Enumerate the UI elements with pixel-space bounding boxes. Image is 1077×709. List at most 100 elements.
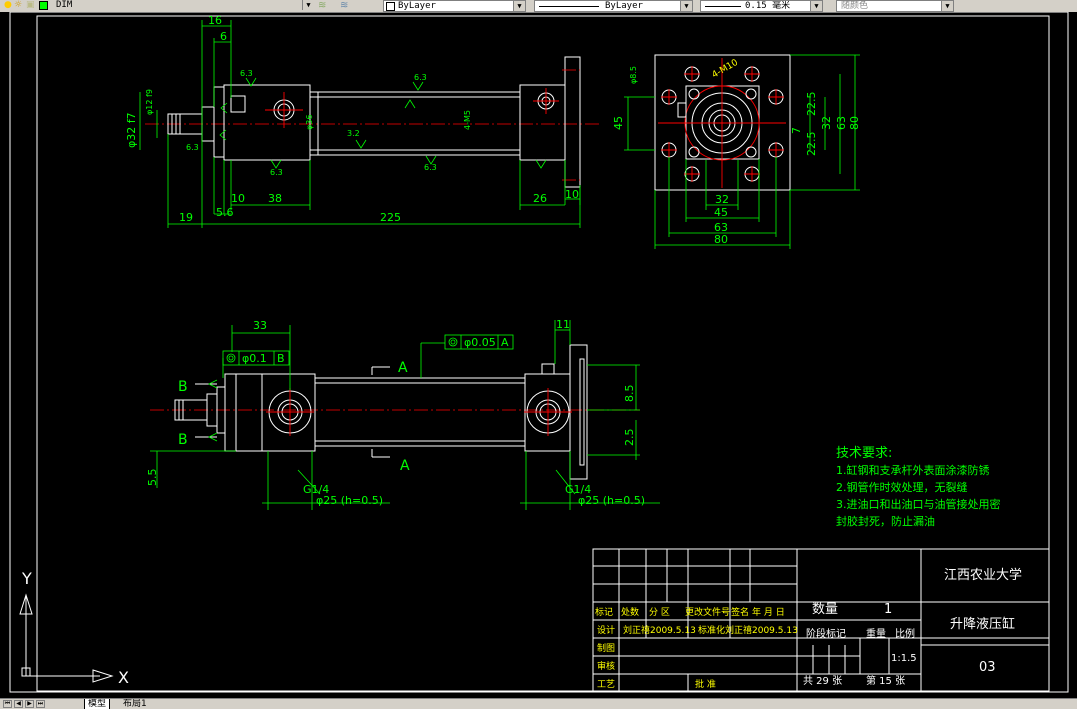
dim-38: 38 xyxy=(268,192,282,205)
dim-26: 26 xyxy=(533,192,547,205)
quantity-value: 1 xyxy=(884,602,892,617)
lineweight-value: 0.15 毫米 xyxy=(745,1,791,11)
tech-requirements: 技术要求: 1.缸钢和支承杆外表面涂漆防锈 2.钢管作时效处理，无裂缝 3.进油… xyxy=(836,446,1001,528)
standardizer-name: 刘正禧 xyxy=(725,624,752,636)
dim-32-v: 32 xyxy=(820,116,833,130)
layer-name: DIM xyxy=(56,0,73,10)
datum-b-bottom: B xyxy=(178,432,188,448)
layer-color-swatch xyxy=(39,1,48,10)
dim-32-h: 32 xyxy=(715,193,729,206)
drawing-canvas[interactable]: .o { stroke:#fff; fill:none; stroke-widt… xyxy=(0,12,1077,698)
process-label: 工艺 xyxy=(597,679,615,690)
weight-label: 重量 xyxy=(866,627,886,640)
linetype-sample xyxy=(539,6,599,7)
section-a-markers: A A xyxy=(371,360,410,474)
linetype-dropdown[interactable]: ByLayer ▼ xyxy=(534,0,693,12)
tol-b-value: φ0.1 xyxy=(242,352,267,365)
rough-6-3-e: 6.3 xyxy=(186,143,199,152)
dim-33: 33 xyxy=(253,319,267,332)
ucs-icon: Y X xyxy=(19,569,129,687)
part-name: 升降液压缸 xyxy=(950,616,1015,632)
dim-22-5-top: 22.5 xyxy=(805,92,818,117)
chevron-down-icon[interactable]: ▼ xyxy=(680,1,692,11)
tech-heading: 技术要求: xyxy=(836,446,892,461)
hdr-count: 处数 xyxy=(621,606,639,618)
title-block: 江西农业大学 升降液压缸 03 数量 1 阶段标记 重量 比例 1:1.5 共 … xyxy=(592,548,1050,692)
datum-b-top: B xyxy=(178,379,188,395)
sheet-number: 第 15 张 xyxy=(866,674,905,687)
chevron-down-icon[interactable]: ▼ xyxy=(810,1,822,11)
sun-icon[interactable]: ☼ xyxy=(14,1,24,10)
dim-16: 16 xyxy=(208,14,222,27)
color-swatch xyxy=(386,2,395,11)
standard-date: 2009.5.13 xyxy=(752,626,798,636)
dim-4m10: 4-M10 xyxy=(711,58,741,81)
dim-phi32: φ32 f7 xyxy=(125,112,138,148)
linetype-value: ByLayer xyxy=(605,1,643,11)
layer-dropdown[interactable]: DIM ▼ xyxy=(50,0,314,12)
dim-10a: 10 xyxy=(231,192,245,205)
dim-2-5: 2.5 xyxy=(623,429,636,447)
plotstyle-dropdown: 随颜色 ▼ xyxy=(836,0,954,12)
prev-tab-button[interactable]: ◀ xyxy=(14,700,23,708)
scale-label: 比例 xyxy=(895,627,915,640)
design-label: 设计 xyxy=(597,624,615,636)
chevron-down-icon[interactable]: ▼ xyxy=(302,0,314,10)
bulb-icon[interactable]: ● xyxy=(4,1,14,10)
dim-80-v: 80 xyxy=(848,116,861,130)
layer-properties-icon[interactable]: ≋ xyxy=(318,1,328,11)
chevron-down-icon[interactable]: ▼ xyxy=(513,1,525,11)
dim-4m5: 4-M5 xyxy=(463,110,472,130)
hdr-date: 年 月 日 xyxy=(752,606,785,618)
tolerance-frame-a: φ0.05 A xyxy=(420,334,514,378)
dim-7: 7 xyxy=(790,127,803,134)
design-date: 2009.5.13 xyxy=(650,626,696,636)
rough-6-3-c: 6.3 xyxy=(424,163,437,172)
dim-10b: 10 xyxy=(565,188,579,201)
designer-name: 刘正禧 xyxy=(623,624,650,636)
dim-phi36: φ36 xyxy=(305,115,314,130)
drawing-number: 03 xyxy=(979,660,996,675)
plotstyle-value: 随颜色 xyxy=(841,1,869,11)
tech-line-3: 3.进油口和出油口与油管接处用密 xyxy=(836,497,1001,511)
dim-63-v: 63 xyxy=(835,116,848,130)
dim-22-5-bottom: 22.5 xyxy=(805,132,818,157)
dim-225: 225 xyxy=(380,211,401,224)
hdr-mark: 标记 xyxy=(595,606,613,618)
approve-label: 批 准 xyxy=(695,678,716,690)
scale-value: 1:1.5 xyxy=(891,653,917,664)
rough-3-2: 3.2 xyxy=(347,129,360,138)
end-view: 4-M10 φ8.5 45 22.5 32 63 80 22.5 7 32 45… xyxy=(612,54,861,249)
quantity-label: 数量 xyxy=(812,602,838,617)
dim-11: 11 xyxy=(556,318,570,331)
draft-label: 制图 xyxy=(597,642,615,654)
tol-a-datum: A xyxy=(501,336,509,349)
layer-previous-icon[interactable]: ≋ xyxy=(340,1,350,11)
ucs-x-label: X xyxy=(118,668,129,687)
review-label: 审核 xyxy=(597,660,615,672)
rough-6-3-d: 6.3 xyxy=(270,168,283,177)
lineweight-dropdown[interactable]: 0.15 毫米 ▼ xyxy=(700,0,823,12)
last-tab-button[interactable]: ⏭ xyxy=(36,700,45,708)
phi25-left: φ25 (h=0.5) xyxy=(316,494,383,507)
rough-6-3-b: 6.3 xyxy=(414,73,427,82)
next-tab-button[interactable]: ▶ xyxy=(25,700,34,708)
color-value: ByLayer xyxy=(398,1,436,11)
tech-line-4: 封胶封死，防止漏油 xyxy=(836,514,935,528)
tech-line-2: 2.钢管作时效处理，无裂缝 xyxy=(836,480,968,494)
lineweight-sample xyxy=(705,6,741,7)
phi25-right: φ25 (h=0.5) xyxy=(578,494,645,507)
properties-toolbar: ● ☼ ▣ DIM ▼ ≋ ≋ ByLayer ▼ ByLayer ▼ 0.15… xyxy=(0,0,1077,12)
standard-label: 标准化 xyxy=(698,624,725,636)
first-tab-button[interactable]: ⏮ xyxy=(3,700,12,708)
lock-icon[interactable]: ▣ xyxy=(26,1,36,10)
chevron-down-icon: ▼ xyxy=(941,1,953,11)
dim-80-h: 80 xyxy=(714,233,728,246)
dim-8-5: 8.5 xyxy=(623,385,636,403)
dim-6: 6 xyxy=(220,30,227,43)
tech-line-1: 1.缸钢和支承杆外表面涂漆防锈 xyxy=(836,463,990,477)
dim-45-h: 45 xyxy=(714,206,728,219)
hdr-sign: 签名 xyxy=(731,606,749,618)
color-dropdown[interactable]: ByLayer ▼ xyxy=(383,0,526,12)
school-name: 江西农业大学 xyxy=(944,567,1022,583)
